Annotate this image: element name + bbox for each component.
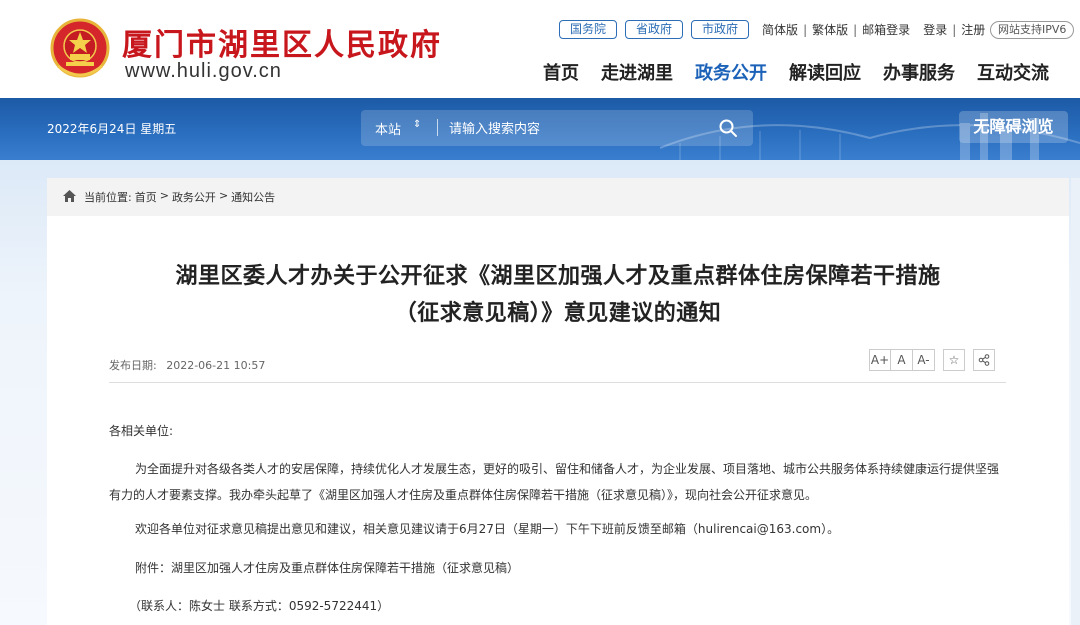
site-name[interactable]: 厦门市湖里区人民政府: [122, 20, 442, 64]
paragraph-2: 欢迎各单位对征求意见稿提出意见和建议，相关意见建议请于6月27日（星期一）下午下…: [135, 522, 840, 536]
link-province-gov[interactable]: 省政府: [625, 20, 684, 39]
star-icon: ☆: [948, 353, 960, 367]
nav-services[interactable]: 办事服务: [883, 59, 955, 85]
font-decrease-button[interactable]: A-: [913, 349, 935, 371]
paragraph-1: 为全面提升对各级各类人才的安居保障，持续优化人才发展生态，更好的吸引、留住和储备…: [109, 462, 1000, 502]
current-date: 2022年6月24日 星期五: [47, 122, 177, 136]
separator: |: [952, 22, 957, 37]
nav-gov-affairs[interactable]: 政务公开: [695, 59, 767, 85]
share-icon: [978, 354, 990, 366]
breadcrumb-home[interactable]: 首页: [135, 189, 157, 205]
breadcrumb-label: 当前位置:: [84, 191, 132, 204]
search-banner: 2022年6月24日 星期五 本站 ⇕ 无障碍浏览: [0, 98, 1080, 160]
article-title: 湖里区委人才办关于公开征求《湖里区加强人才及重点群体住房保障若干措施 （征求意见…: [47, 258, 1069, 332]
link-state-council[interactable]: 国务院: [559, 20, 618, 39]
search-icon[interactable]: [718, 118, 738, 138]
publish-date: 2022-06-21 10:57: [166, 359, 266, 372]
ipv6-badge: 网站支持IPV6: [990, 21, 1075, 39]
link-city-gov[interactable]: 市政府: [691, 20, 750, 39]
publish-info: 发布日期: 2022-06-21 10:57: [109, 357, 265, 373]
contact-info: （联系人：陈女士 联系方式：0592-5722441）: [129, 599, 390, 613]
divider-line: [109, 382, 1006, 383]
nav-interpretation[interactable]: 解读回应: [789, 59, 861, 85]
main-nav: 首页 走进湖里 政务公开 解读回应 办事服务 互动交流: [543, 59, 1049, 85]
article-tools: A+ A A- ☆: [869, 349, 995, 371]
link-register[interactable]: 注册: [961, 21, 985, 38]
font-increase-button[interactable]: A+: [869, 349, 891, 371]
site-header: 厦门市湖里区人民政府 www.huli.gov.cn 国务院 省政府 市政府 简…: [0, 0, 1080, 98]
divider: [437, 119, 438, 136]
nav-about-huli[interactable]: 走进湖里: [601, 59, 673, 85]
link-mail-login[interactable]: 邮箱登录: [862, 21, 910, 38]
page-edge: [1071, 178, 1080, 625]
breadcrumb: 当前位置: 首页 > 政务公开 > 通知公告: [84, 189, 278, 205]
site-url: www.huli.gov.cn: [125, 60, 282, 82]
home-icon: [63, 190, 76, 202]
link-traditional[interactable]: 繁体版: [812, 21, 848, 38]
salutation: 各相关单位:: [109, 424, 174, 438]
nav-home[interactable]: 首页: [543, 59, 579, 85]
article-card: 当前位置: 首页 > 政务公开 > 通知公告 湖里区委人才办关于公开征求《湖里区…: [47, 178, 1069, 625]
font-default-button[interactable]: A: [891, 349, 913, 371]
publish-label: 发布日期:: [109, 359, 157, 372]
favorite-button[interactable]: ☆: [943, 349, 965, 371]
breadcrumb-sep: >: [218, 189, 229, 202]
attachment-link[interactable]: 附件：湖里区加强人才住房及重点群体住房保障若干措施（征求意见稿）: [109, 555, 1007, 581]
link-simplified[interactable]: 简体版: [762, 21, 798, 38]
link-login[interactable]: 登录: [923, 21, 947, 38]
breadcrumb-notices[interactable]: 通知公告: [231, 189, 275, 205]
top-links: 国务院 省政府 市政府 简体版 | 繁体版 | 邮箱登录 登录 | 注册: [559, 20, 990, 39]
breadcrumb-gov-affairs[interactable]: 政务公开: [172, 189, 216, 205]
breadcrumb-sep: >: [159, 189, 169, 202]
search-input[interactable]: [449, 118, 699, 138]
search-scope-select[interactable]: 本站: [375, 119, 401, 138]
accessibility-button[interactable]: 无障碍浏览: [959, 111, 1068, 143]
scope-toggle-icon[interactable]: ⇕: [413, 119, 421, 130]
separator: |: [803, 22, 808, 37]
title-line-2: （征求意见稿）》意见建议的通知: [394, 301, 722, 326]
title-line-1: 湖里区委人才办关于公开征求《湖里区加强人才及重点群体住房保障若干措施: [175, 264, 941, 289]
share-button[interactable]: [973, 349, 995, 371]
separator: |: [853, 22, 858, 37]
search-box: 本站 ⇕: [361, 110, 753, 146]
breadcrumb-bar: 当前位置: 首页 > 政务公开 > 通知公告: [47, 178, 1069, 216]
national-emblem-icon: [50, 18, 110, 78]
nav-interaction[interactable]: 互动交流: [977, 59, 1049, 85]
